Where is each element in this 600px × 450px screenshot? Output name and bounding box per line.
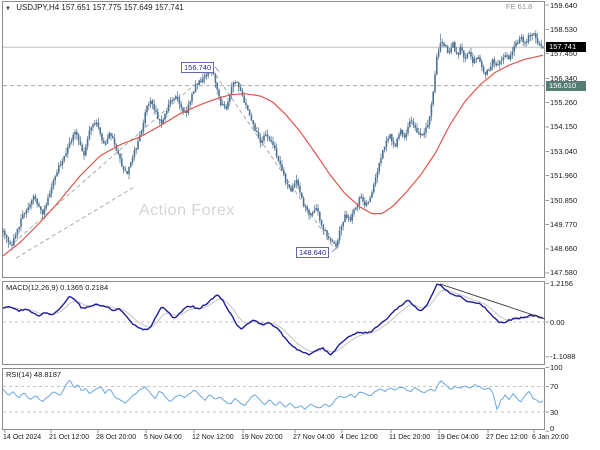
price-level-label-low[interactable]: 148.640: [296, 247, 330, 258]
rsi-axis-label: 100: [550, 362, 563, 372]
time-axis-label: 21 Oct 12:00: [49, 434, 90, 441]
trough-label-connector: [331, 247, 338, 253]
rsi-indicator-label: RSI(14) 48.8187: [6, 370, 62, 379]
rsi-axis-label: 70: [550, 382, 559, 391]
time-axis-label: 11 Dec 20:00: [389, 434, 431, 441]
symbol-title: ▼ USDJPY,H4 157.651 157.775 157.649 157.…: [5, 3, 184, 12]
watermark: Action Forex: [139, 202, 235, 219]
time-axis-label: 4 Dec 12:00: [340, 434, 378, 441]
price-axis-label: 147.580: [550, 268, 578, 278]
chart-window: ▼ USDJPY,H4 157.651 157.775 157.649 157.…: [0, 0, 600, 450]
chevron-down-icon[interactable]: ▼: [5, 6, 11, 12]
current-price-tag: 157.741: [546, 42, 586, 53]
price-axis-label: 159.640: [550, 0, 578, 10]
price-axis-label: 149.770: [550, 219, 578, 229]
macd-trendline[interactable]: [439, 283, 546, 320]
price-axis-label: 153.040: [550, 147, 578, 157]
macd-indicator-label: MACD(12,26,9) 0.1365 0.2184: [6, 283, 109, 292]
macd-axis-label: 0.00: [550, 317, 565, 327]
peak-label-connector: [214, 66, 220, 72]
time-axis-label: 12 Nov 12:00: [192, 434, 234, 441]
macd-axis-label: 1.2156: [550, 279, 573, 289]
level-price-tag: 156.010: [546, 80, 586, 91]
time-axis-label: 27 Dec 12:00: [486, 434, 528, 441]
price-axis-label: 150.850: [550, 195, 578, 205]
price-level-label-high[interactable]: 156.740: [181, 62, 215, 73]
ohlc-values: 157.651 157.775 157.649 157.741: [61, 3, 184, 12]
price-axis-label: 155.260: [550, 97, 578, 107]
time-axis-label: 28 Oct 20:00: [96, 434, 137, 441]
rsi-axis-label: 30: [550, 407, 559, 417]
fib-extension-label[interactable]: FE 61.8: [506, 2, 532, 11]
price-axis-label: 151.960: [550, 171, 578, 181]
rsi-axis-label: 0: [550, 424, 555, 433]
time-axis-label: 27 Nov 04:00: [293, 434, 335, 441]
price-axis-label: 148.660: [550, 244, 578, 254]
symbol-label: USDJPY,H4: [16, 3, 60, 12]
time-axis-label: 19 Nov 20:00: [241, 434, 283, 441]
chart-graphics: [2, 4, 549, 433]
price-axis-label: 158.530: [550, 25, 578, 35]
macd-signal-line: [2, 289, 544, 353]
time-axis-label: 14 Oct 2024: [3, 434, 42, 441]
time-axis-label: 6 Jan 20:00: [532, 434, 569, 441]
time-axis-label: 5 Nov 04:00: [144, 434, 182, 441]
rsi-line: [2, 379, 544, 411]
macd-axis-label: -1.1088: [550, 352, 576, 362]
price-axis-label: 154.150: [550, 122, 578, 132]
time-axis-label: 19 Dec 04:00: [437, 434, 479, 441]
